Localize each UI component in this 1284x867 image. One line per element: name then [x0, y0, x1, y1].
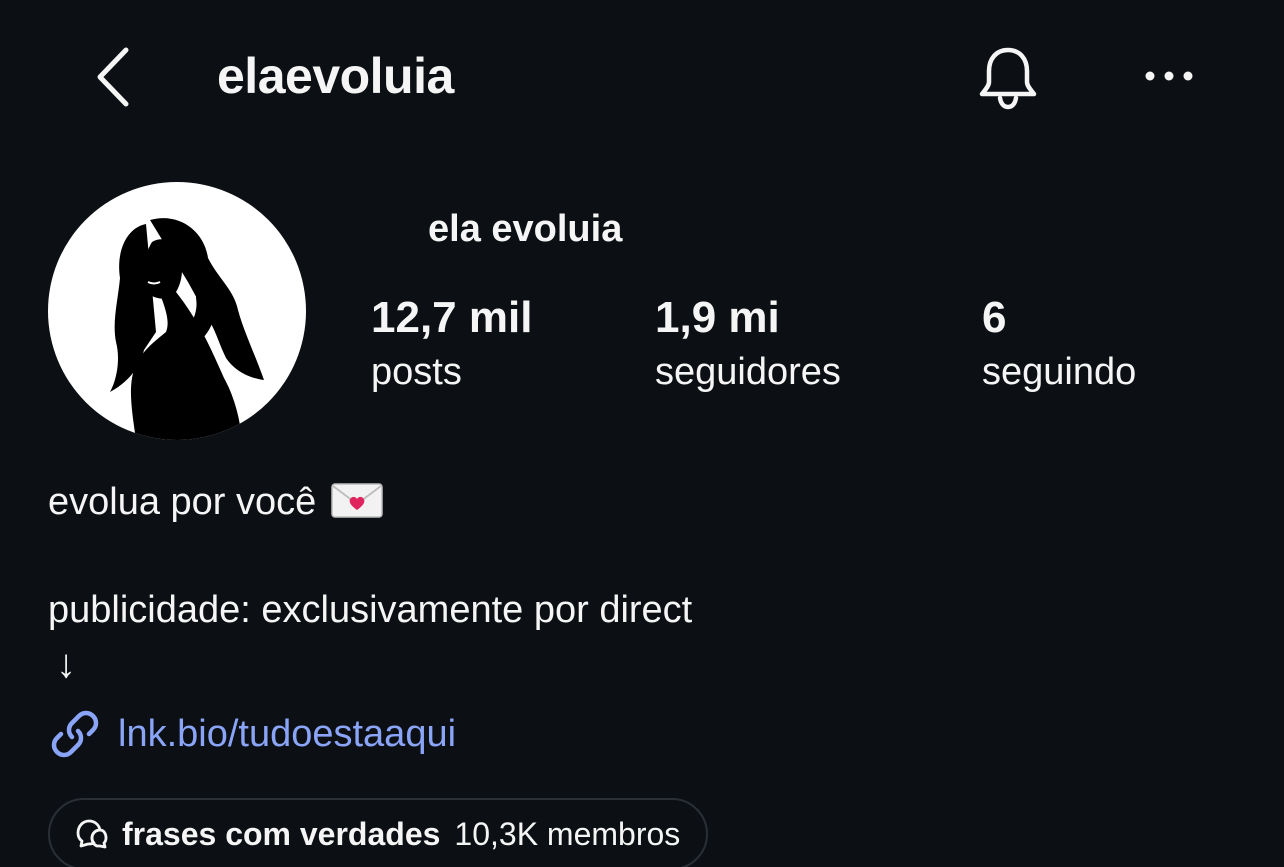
bio-line-2: publicidade: exclusivamente por direct [48, 589, 693, 631]
bio-link-text: lnk.bio/tudoestaaqui [118, 713, 457, 755]
chat-bubbles-icon [76, 819, 108, 849]
following-label: seguindo [982, 351, 1137, 393]
followers-count: 1,9 mi [655, 293, 780, 342]
bio-text-1: evolua por você [48, 481, 317, 523]
following-count: 6 [982, 293, 1007, 342]
followers-label: seguidores [655, 351, 841, 393]
bio-line-1: evolua por você [48, 478, 384, 532]
bell-icon [979, 47, 1037, 110]
channel-members: 10,3K membros [454, 815, 681, 852]
profile-avatar[interactable] [48, 182, 306, 440]
bio-arrow: ↓ [56, 642, 76, 686]
bio-link[interactable]: lnk.bio/tudoestaaqui [48, 706, 456, 762]
notifications-button[interactable] [972, 40, 1044, 112]
back-button[interactable] [88, 42, 138, 112]
chevron-left-icon [97, 47, 129, 107]
love-letter-envelope-icon [330, 480, 384, 532]
posts-label: posts [371, 351, 462, 393]
posts-stat: 12,7 mil posts [371, 290, 532, 398]
followers-stat[interactable]: 1,9 mi seguidores [655, 290, 841, 398]
posts-count: 12,7 mil [371, 293, 533, 342]
following-stat[interactable]: 6 seguindo [982, 290, 1136, 398]
broadcast-channel-pill[interactable]: frases com verdades 10,3K membros [48, 798, 709, 867]
woman-silhouette-avatar [110, 218, 264, 440]
channel-name: frases com verdades [122, 815, 441, 852]
link-icon [51, 710, 99, 758]
profile-username: elaevoluia [217, 48, 454, 104]
more-horizontal-icon [1145, 71, 1193, 81]
more-options-button[interactable] [1136, 56, 1206, 96]
profile-header: elaevoluia [0, 0, 1284, 150]
profile-display-name: ela evoluia [428, 208, 623, 250]
